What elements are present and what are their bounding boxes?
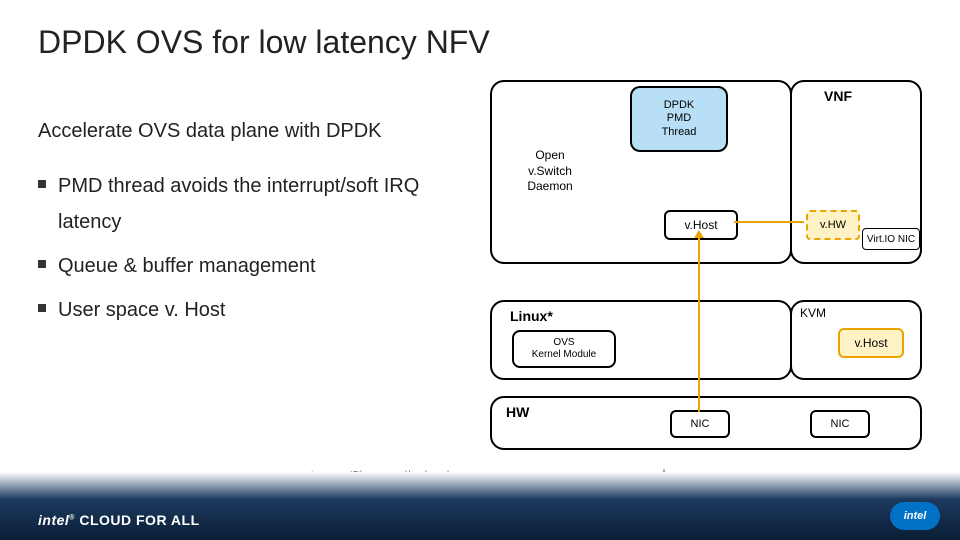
page-title: DPDK OVS for low latency NFV: [38, 24, 490, 61]
nic-box-2: NIC: [810, 410, 870, 438]
architecture-diagram: Open v.Switch Daemon DPDK PMD Thread v.H…: [490, 80, 950, 450]
bullet-item: User space v. Host: [38, 292, 458, 328]
ovs-kernel-module-box: OVS Kernel Module: [512, 330, 616, 368]
vhost-kvm-box: v.Host: [838, 328, 904, 358]
bullet-text: Queue & buffer management: [58, 248, 316, 284]
virtio-nic-box: Virt.IO NIC: [862, 228, 920, 250]
intel-logo-text: intel: [904, 510, 927, 522]
bullet-text: User space v. Host: [58, 292, 225, 328]
ovs-daemon-label: Open v.Switch Daemon: [520, 148, 580, 195]
slide: DPDK OVS for low latency NFV Accelerate …: [0, 0, 960, 540]
subtitle: Accelerate OVS data plane with DPDK: [38, 120, 382, 143]
bullet-square-icon: [38, 304, 46, 312]
vnf-label: VNF: [824, 88, 852, 104]
dpdk-pmd-thread-box: DPDK PMD Thread: [630, 86, 728, 152]
kvm-label: KVM: [800, 306, 826, 320]
linux-label: Linux*: [510, 308, 553, 324]
arrow-vhost-to-vhw: [734, 221, 804, 223]
bullet-square-icon: [38, 260, 46, 268]
brand-left: intel® CLOUD FOR ALL: [38, 512, 200, 528]
nic-box-1: NIC: [670, 410, 730, 438]
footer-bar: intel® CLOUD FOR ALL intel: [0, 472, 960, 540]
bullet-text: PMD thread avoids the interrupt/soft IRQ…: [58, 168, 458, 240]
cloud-for-all-text: CLOUD FOR ALL: [75, 512, 200, 528]
hw-label: HW: [506, 404, 529, 420]
bullet-item: Queue & buffer management: [38, 248, 458, 284]
bullet-square-icon: [38, 180, 46, 188]
arrow-nic-to-vhost: [698, 236, 700, 412]
vhw-box: v.HW: [806, 210, 860, 240]
intel-logo-icon: intel: [890, 502, 940, 530]
bullet-item: PMD thread avoids the interrupt/soft IRQ…: [38, 168, 458, 240]
bullet-list: PMD thread avoids the interrupt/soft IRQ…: [38, 160, 458, 328]
intel-wordmark: intel: [38, 512, 69, 528]
arrow-head-icon: [694, 230, 704, 238]
